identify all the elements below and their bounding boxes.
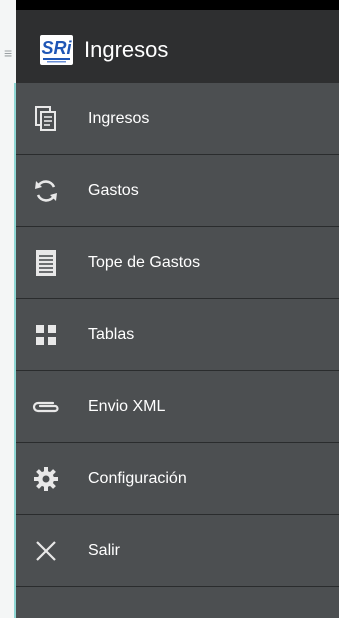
action-bar: ≡ SRi Ingresos <box>4 10 339 83</box>
sri-logo-text: SRi <box>41 38 72 58</box>
page-title: Ingresos <box>84 37 169 62</box>
grid-icon <box>31 321 61 349</box>
menu-item-gastos[interactable]: Gastos <box>16 155 339 227</box>
menu-item-label: Envio XML <box>88 398 166 415</box>
refresh-icon <box>31 177 61 205</box>
menu-item-tablas[interactable]: Tablas <box>16 299 339 371</box>
menu-bottom-space <box>16 587 339 611</box>
menu-item-label: Tope de Gastos <box>88 254 201 271</box>
drawer-menu: Ingresos Gastos Tope de Gastos Tablas En… <box>16 83 339 611</box>
document-copy-icon <box>31 105 61 133</box>
menu-item-label: Salir <box>88 542 121 559</box>
menu-item-label: Ingresos <box>88 110 150 127</box>
close-icon <box>31 537 61 565</box>
status-bar <box>16 0 339 10</box>
menu-item-label: Configuración <box>88 470 187 487</box>
menu-item-configuracion[interactable]: Configuración <box>16 443 339 515</box>
menu-item-label: Tablas <box>88 326 135 343</box>
navigation-drawer: ≡ SRi Ingresos Ingresos Gastos Tope de G… <box>4 0 339 618</box>
menu-item-salir[interactable]: Salir <box>16 515 339 587</box>
menu-item-label: Gastos <box>88 182 139 199</box>
drawer-indicator-icon[interactable]: ≡ <box>4 46 12 60</box>
paperclip-icon <box>31 393 61 421</box>
menu-item-ingresos[interactable]: Ingresos <box>16 83 339 155</box>
gear-icon <box>31 465 61 493</box>
menu-item-tope-de-gastos[interactable]: Tope de Gastos <box>16 227 339 299</box>
sri-logo-icon[interactable]: SRi <box>40 35 73 65</box>
list-document-icon <box>31 249 61 277</box>
menu-item-envio-xml[interactable]: Envio XML <box>16 371 339 443</box>
